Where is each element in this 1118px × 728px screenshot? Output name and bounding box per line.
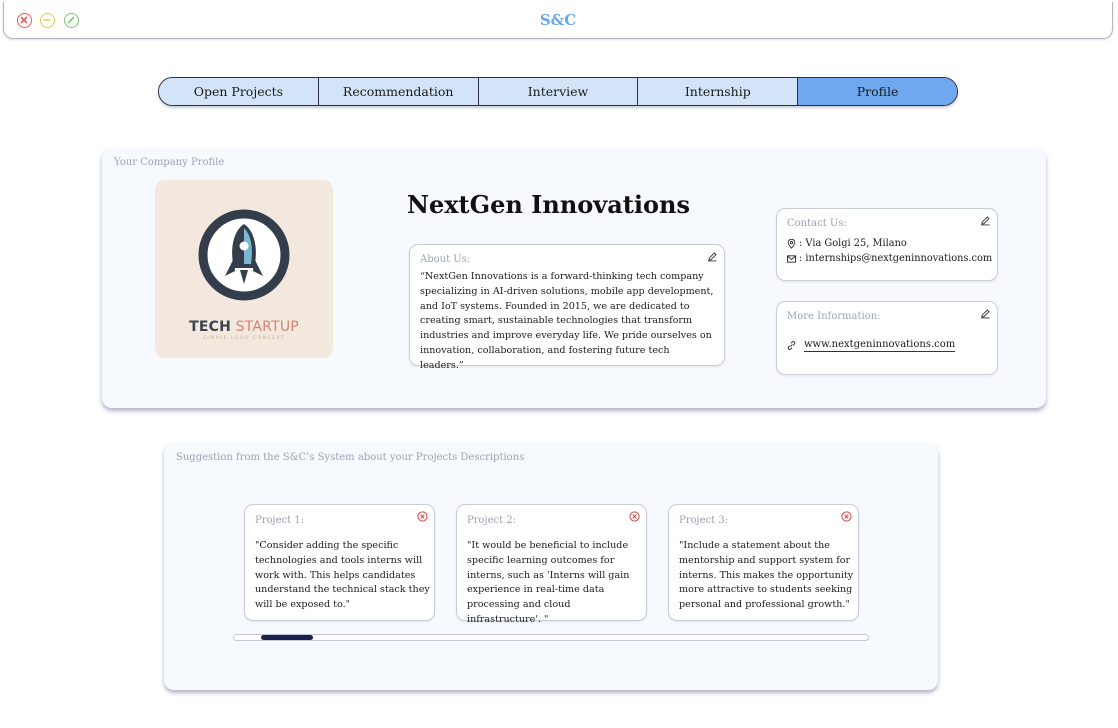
- tab-profile[interactable]: Profile: [798, 78, 957, 105]
- app-title: S&C: [539, 11, 577, 29]
- project-title: Project 1:: [255, 515, 305, 526]
- rocket-icon: [198, 209, 290, 301]
- edit-icon[interactable]: [707, 251, 718, 262]
- project-suggestion-card: Project 2: "It would be beneficial to in…: [456, 504, 647, 625]
- tab-internship[interactable]: Internship: [638, 78, 799, 105]
- link-icon: [787, 341, 796, 350]
- project-suggestion-card: Project 3: "Include a statement about th…: [668, 504, 859, 621]
- contact-card: Contact Us: : Via Golgi 25, Milano : int…: [776, 208, 998, 281]
- mail-icon: [787, 254, 796, 263]
- tab-interview[interactable]: Interview: [478, 78, 639, 105]
- website-link[interactable]: www.nextgeninnovations.com: [787, 339, 956, 352]
- edit-icon[interactable]: [980, 215, 991, 226]
- suggestions-section-label: Suggestion from the S&C’s System about y…: [176, 452, 525, 463]
- contact-address: : Via Golgi 25, Milano: [787, 238, 907, 249]
- company-logo: TECH STARTUP SIMPLE LOGO CONCEPT: [155, 180, 333, 358]
- tab-open-projects[interactable]: Open Projects: [159, 78, 319, 105]
- contact-email: : internships@nextgeninnovations.com: [787, 253, 992, 264]
- project-suggestion-text: "Consider adding the specific technologi…: [255, 540, 430, 611]
- logo-word-startup: STARTUP: [235, 319, 299, 335]
- company-profile-panel: Your Company Profile TECH STARTUP SIMPLE…: [102, 148, 1046, 408]
- edit-icon[interactable]: [980, 308, 991, 319]
- contact-address-text: : Via Golgi 25, Milano: [799, 238, 907, 249]
- contact-email-text[interactable]: : internships@nextgeninnovations.com: [799, 253, 992, 264]
- scrollbar-thumb[interactable]: [261, 635, 313, 640]
- more-information-card: More Information: www.nextgeninnovations…: [776, 301, 998, 375]
- project-title: Project 3:: [679, 515, 729, 526]
- company-name: NextGen Innovations: [407, 190, 690, 219]
- profile-section-label: Your Company Profile: [114, 157, 225, 168]
- about-us-text: “NextGen Innovations is a forward-thinki…: [420, 271, 714, 371]
- location-pin-icon: [787, 238, 796, 249]
- tab-recommendation[interactable]: Recommendation: [318, 78, 479, 105]
- about-us-title: About Us:: [420, 254, 471, 265]
- about-us-card: About Us: “NextGen Innovations is a forw…: [409, 244, 725, 371]
- contact-title: Contact Us:: [787, 218, 847, 229]
- dismiss-icon[interactable]: [417, 511, 428, 522]
- dismiss-icon[interactable]: [841, 511, 852, 522]
- website-url[interactable]: www.nextgeninnovations.com: [804, 339, 956, 352]
- project-suggestion-card: Project 1: "Consider adding the specific…: [244, 504, 435, 621]
- logo-tagline: SIMPLE LOGO CONCEPT: [203, 336, 285, 341]
- project-suggestions-panel: Suggestion from the S&C’s System about y…: [164, 443, 938, 690]
- more-information-title: More Information:: [787, 311, 881, 322]
- project-title: Project 2:: [467, 515, 517, 526]
- logo-wordmark: TECH STARTUP: [155, 319, 333, 335]
- logo-word-tech: TECH: [189, 319, 231, 335]
- project-suggestion-text: "Include a statement about the mentorshi…: [679, 540, 854, 611]
- project-suggestion-text: "It would be beneficial to include speci…: [467, 540, 630, 625]
- horizontal-scrollbar[interactable]: [233, 634, 869, 641]
- main-tabs: Open Projects Recommendation Interview I…: [158, 77, 958, 106]
- window-titlebar: S&C: [3, 2, 1113, 39]
- dismiss-icon[interactable]: [629, 511, 640, 522]
